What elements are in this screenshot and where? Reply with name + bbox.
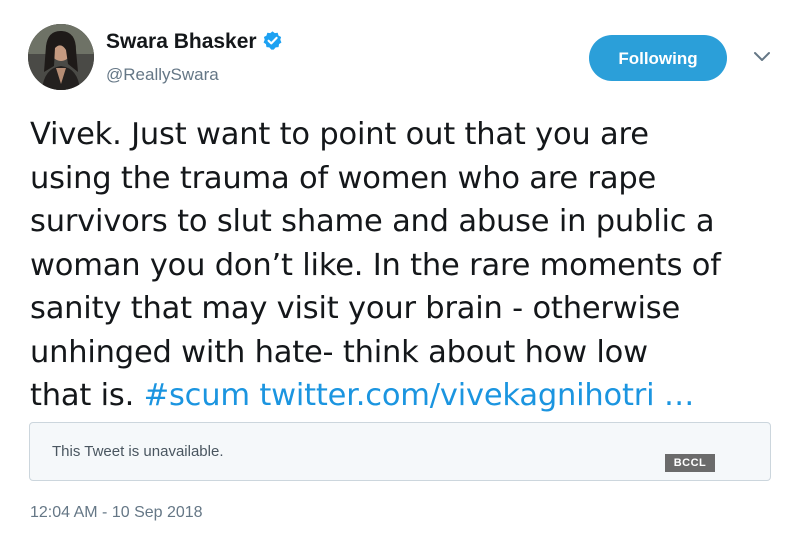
display-name[interactable]: Swara Bhasker xyxy=(106,28,283,56)
tweet-line: woman you don’t like. In the rare moment… xyxy=(30,247,721,283)
avatar[interactable] xyxy=(28,24,94,90)
tweet-line: survivors to slut shame and abuse in pub… xyxy=(30,204,715,239)
tweet-line: Vivek. Just want to point out that you a… xyxy=(30,117,649,152)
tweet-line: unhinged with hate- think about how low xyxy=(30,334,648,370)
following-button[interactable]: Following xyxy=(589,35,727,81)
user-handle[interactable]: @ReallySwara xyxy=(106,64,219,86)
verified-badge-icon xyxy=(263,31,282,50)
quoted-tweet-card[interactable]: This Tweet is unavailable. xyxy=(29,422,771,481)
quoted-tweet-unavailable-text: This Tweet is unavailable. xyxy=(52,443,224,460)
display-name-text[interactable]: Swara Bhasker xyxy=(106,30,257,53)
tweet-text: Vivek. Just want to point out that you a… xyxy=(30,113,790,418)
hashtag-link[interactable]: #scum xyxy=(144,378,250,413)
url-link[interactable]: twitter.com/vivekagnihotri … xyxy=(259,378,694,413)
watermark: BCCL xyxy=(665,454,715,472)
tweet-line-text: that is. xyxy=(30,378,135,413)
tweet-line: using the trauma of women who are rape xyxy=(30,160,657,196)
tweet-timestamp[interactable]: 12:04 AM - 10 Sep 2018 xyxy=(30,502,203,524)
tweet-last-line: that is. #scum twitter.com/vivekagnihotr… xyxy=(30,374,790,418)
chevron-down-icon[interactable] xyxy=(752,50,772,64)
tweet-line: sanity that may visit your brain - other… xyxy=(30,291,681,326)
profile-photo xyxy=(28,24,94,90)
